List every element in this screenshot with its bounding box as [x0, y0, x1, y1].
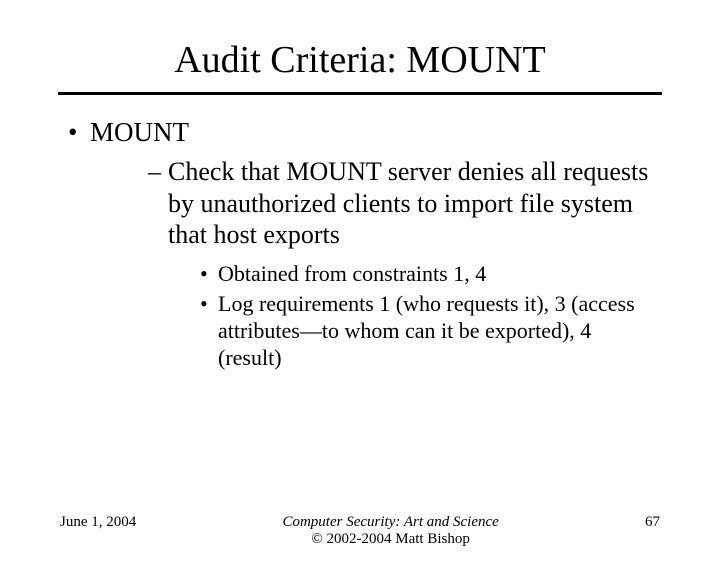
title-rule: [58, 92, 662, 95]
list-item: Obtained from constraints 1, 4: [200, 261, 660, 288]
bullet-list-l1: MOUNT Check that MOUNT server denies all…: [60, 117, 660, 371]
list-item: MOUNT Check that MOUNT server denies all…: [90, 117, 660, 371]
bullet-text: Check that MOUNT server denies all reque…: [168, 157, 648, 249]
slide: Audit Criteria: MOUNT MOUNT Check that M…: [0, 38, 720, 578]
bullet-text: MOUNT: [90, 117, 189, 147]
slide-title: Audit Criteria: MOUNT: [0, 38, 720, 82]
list-item: Check that MOUNT server denies all reque…: [148, 156, 660, 371]
slide-body: MOUNT Check that MOUNT server denies all…: [60, 117, 660, 371]
footer-center: Computer Security: Art and Science © 200…: [136, 514, 645, 548]
footer-copyright: © 2002-2004 Matt Bishop: [311, 531, 469, 547]
bullet-list-l2: Check that MOUNT server denies all reque…: [90, 156, 660, 371]
footer-page-number: 67: [645, 514, 660, 531]
footer: June 1, 2004 Computer Security: Art and …: [60, 514, 660, 548]
bullet-text: Obtained from constraints 1, 4: [218, 261, 486, 286]
footer-date: June 1, 2004: [60, 514, 136, 531]
bullet-list-l3: Obtained from constraints 1, 4 Log requi…: [168, 261, 660, 371]
footer-book-title: Computer Security: Art and Science: [282, 514, 498, 530]
list-item: Log requirements 1 (who requests it), 3 …: [200, 291, 660, 371]
bullet-text: Log requirements 1 (who requests it), 3 …: [218, 291, 635, 370]
